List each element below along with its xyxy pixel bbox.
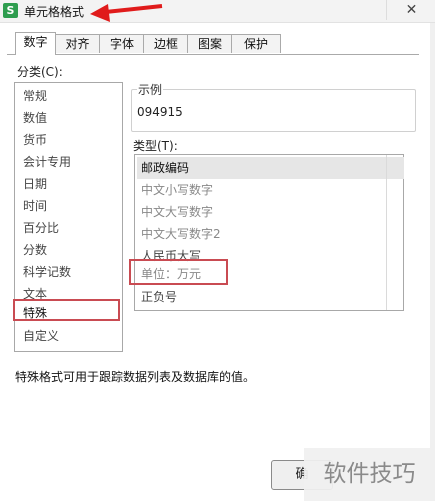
category-item-time[interactable]: 时间 bbox=[23, 197, 47, 215]
close-button[interactable]: ✕ bbox=[386, 0, 435, 20]
dialog-title: 单元格格式 bbox=[24, 5, 85, 19]
type-item-postal-code[interactable]: 邮政编码 bbox=[137, 157, 404, 179]
example-value: 094915 bbox=[137, 105, 183, 119]
tab-protection[interactable]: 保护 bbox=[231, 34, 281, 53]
watermark: 软件技巧 bbox=[304, 448, 435, 501]
category-item-percentage[interactable]: 百分比 bbox=[23, 219, 59, 237]
description-text: 特殊格式可用于跟踪数据列表及数据库的值。 bbox=[15, 370, 256, 384]
category-item-currency[interactable]: 货币 bbox=[23, 131, 47, 149]
tab-border[interactable]: 边框 bbox=[143, 34, 189, 53]
category-list[interactable]: 常规 数值 货币 会计专用 日期 时间 百分比 分数 科学记数 文本 特殊 自定… bbox=[13, 82, 123, 352]
type-highlight-box bbox=[129, 259, 228, 285]
type-item-sign[interactable]: 正负号 bbox=[141, 286, 177, 308]
type-item-chinese-upper[interactable]: 中文大写数字 bbox=[141, 201, 213, 223]
example-legend: 示例 bbox=[137, 81, 164, 98]
category-item-custom[interactable]: 自定义 bbox=[23, 327, 59, 345]
wps-sheet-icon: S bbox=[3, 3, 18, 18]
tab-pattern[interactable]: 图案 bbox=[187, 34, 233, 53]
type-list[interactable]: 邮政编码 中文小写数字 中文大写数字 中文大写数字2 人民币大写 单位：万元 正… bbox=[129, 154, 404, 311]
window-edge bbox=[430, 23, 435, 501]
category-item-date[interactable]: 日期 bbox=[23, 175, 47, 193]
type-list-scrollbar[interactable] bbox=[386, 155, 403, 310]
type-label: 类型(T): bbox=[133, 139, 178, 153]
category-item-number[interactable]: 数值 bbox=[23, 109, 47, 127]
red-arrow-annotation bbox=[90, 4, 163, 22]
tab-number[interactable]: 数字 bbox=[15, 32, 56, 55]
category-item-fraction[interactable]: 分数 bbox=[23, 241, 47, 259]
category-item-scientific[interactable]: 科学记数 bbox=[23, 263, 71, 281]
category-item-accounting[interactable]: 会计专用 bbox=[23, 153, 71, 171]
category-item-general[interactable]: 常规 bbox=[23, 87, 47, 105]
title-bar: S 单元格格式 ✕ bbox=[0, 0, 435, 23]
type-item-chinese-upper-2[interactable]: 中文大写数字2 bbox=[141, 223, 221, 245]
category-highlight-box bbox=[13, 299, 120, 321]
tab-panel-border bbox=[7, 54, 419, 55]
tab-alignment[interactable]: 对齐 bbox=[54, 34, 101, 53]
type-item-chinese-lower[interactable]: 中文小写数字 bbox=[141, 179, 213, 201]
tab-font[interactable]: 字体 bbox=[99, 34, 145, 53]
category-label: 分类(C): bbox=[17, 65, 63, 79]
